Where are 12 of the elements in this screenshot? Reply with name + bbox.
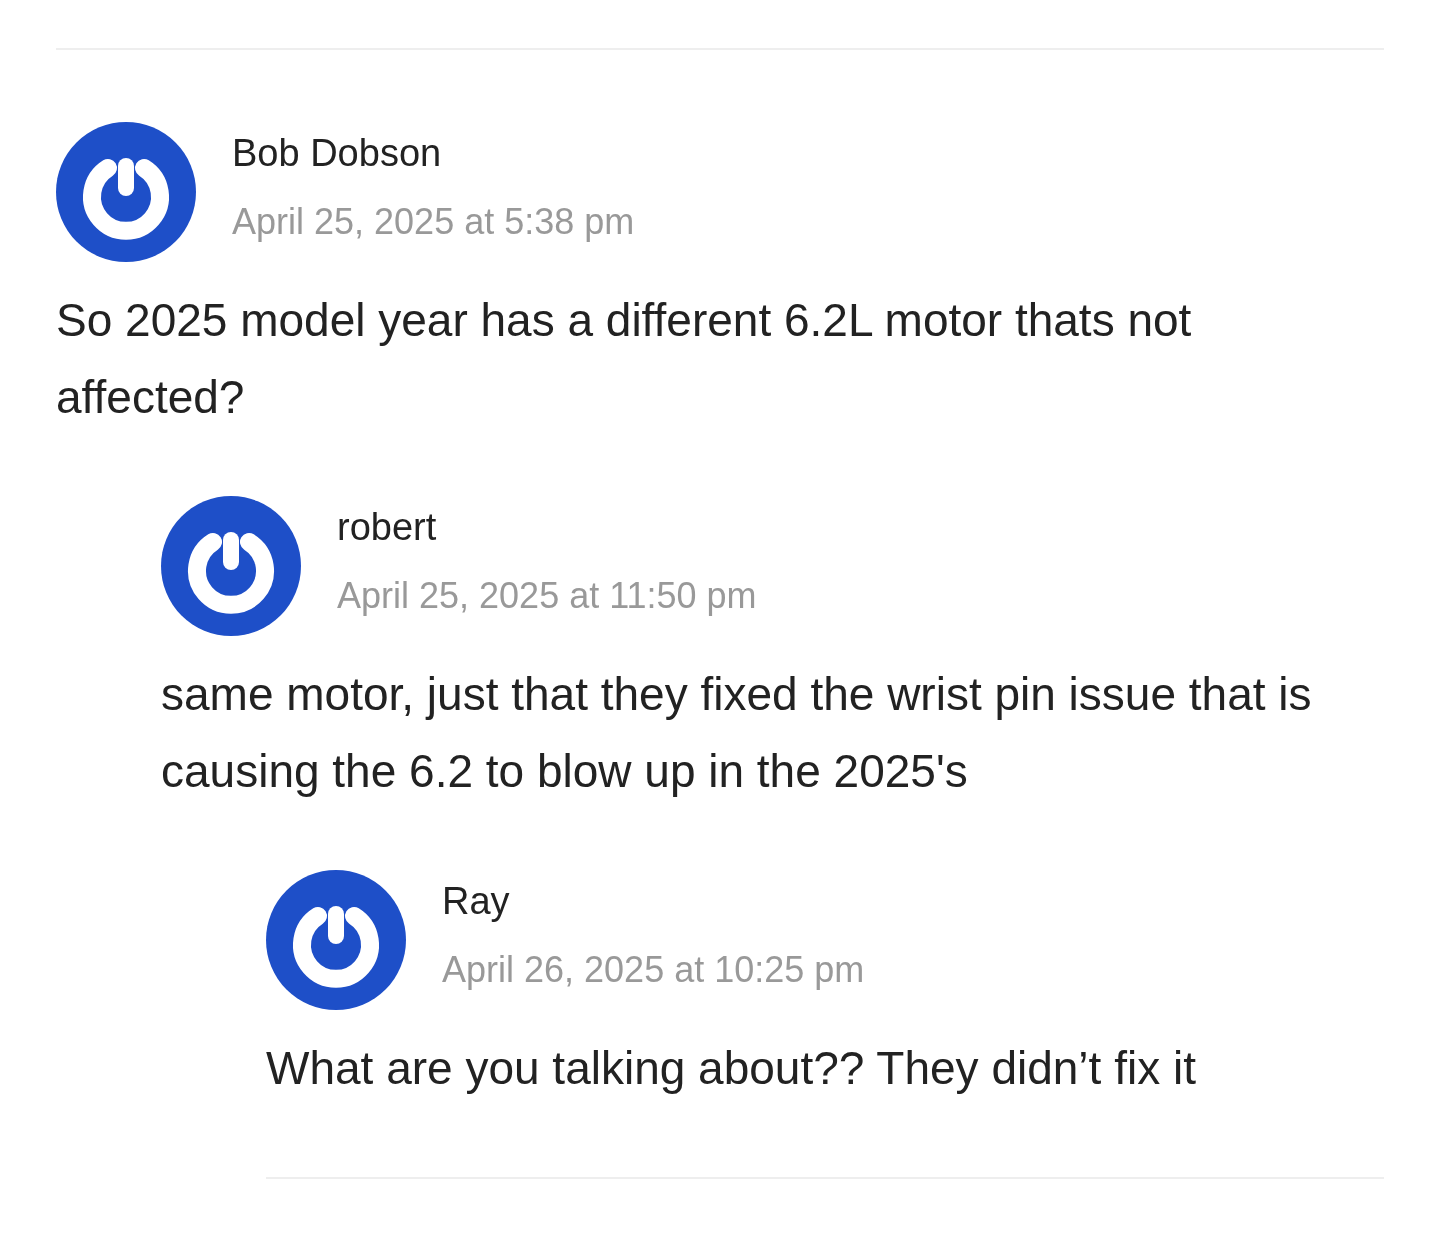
- avatar-icon: [266, 870, 406, 1010]
- comment-text: What are you talking about?? They didn’t fix it: [266, 1041, 1197, 1096]
- comment-text: same motor, just that they fixed the wrist pin issue that is causing the 6.2 to blow up in the 2025's: [161, 667, 1313, 799]
- author-name: robert: [337, 505, 438, 550]
- comment-date: April 25, 2025 at 5:38 pm: [232, 200, 635, 244]
- avatar-icon: [56, 122, 196, 262]
- comment-date: April 26, 2025 at 10:25 pm: [442, 948, 865, 992]
- comment-date: April 25, 2025 at 11:50 pm: [337, 574, 757, 618]
- avatar-icon: [161, 496, 301, 636]
- author-name: Bob Dobson: [232, 131, 443, 176]
- comment-text: So 2025 model year has a different 6.2L motor thats not affected?: [56, 293, 1193, 425]
- author-name: Ray: [442, 879, 511, 924]
